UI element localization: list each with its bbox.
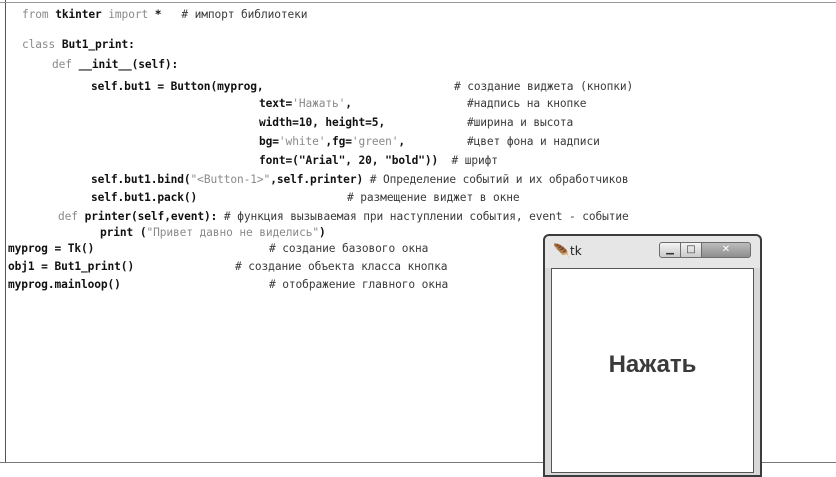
tk-feather-icon: 🪶: [553, 244, 571, 260]
maximize-button[interactable]: □: [680, 242, 702, 258]
keyword: def: [58, 210, 78, 223]
comment-line-13: # создание базового окна: [269, 242, 428, 256]
comment: # создание объекта класса кнопка: [235, 260, 448, 273]
minimize-icon: ▁: [666, 244, 674, 255]
code-line-9: self.but1.bind("<Button-1>",self.printer…: [91, 173, 629, 187]
comment-line-14: # создание объекта класса кнопка: [235, 260, 447, 274]
comment: # создание базового окна: [269, 242, 429, 255]
module-name: tkinter: [55, 8, 102, 21]
string: "<Button-1>": [190, 173, 271, 186]
code-line-6: width=10, height=5,: [259, 116, 385, 130]
code-line-8: font=("Arial", 20, "bold")) # шрифт: [259, 154, 498, 168]
code: self.but1.bind(: [91, 173, 191, 186]
comment: #цвет фона и надписи: [467, 135, 600, 148]
maximize-icon: □: [686, 244, 696, 255]
code-line-4: self.but1 = Button(myprog,: [91, 80, 264, 94]
code: ,self.printer): [270, 173, 364, 186]
code: obj1 = But1_print(): [8, 260, 135, 273]
code-line-7: bg='white',fg='green',: [259, 135, 405, 149]
close-icon: ✕: [721, 244, 731, 255]
close-button[interactable]: ✕: [701, 242, 751, 258]
code-line-2: class But1_print:: [22, 38, 135, 52]
editor-gutter: [0, 0, 6, 462]
code: ): [318, 226, 326, 239]
comment: # Определение событий и их обработчиков: [369, 173, 629, 186]
string: 'green': [351, 135, 399, 148]
comment-line-7: #цвет фона и надписи: [467, 135, 600, 149]
keyword: from: [22, 8, 49, 21]
tk-window-title: tk: [570, 244, 582, 258]
code: ,: [345, 97, 352, 110]
code-line-11: def printer(self,event): # функция вызыв…: [58, 210, 629, 224]
tk-button-widget[interactable]: Нажать: [551, 268, 754, 473]
code-line-13: myprog = Tk(): [8, 242, 94, 256]
comment: # импорт библиотеки: [181, 8, 308, 21]
comment-line-15: # отображение главного окна: [269, 278, 448, 292]
code: printer(self,event):: [84, 210, 218, 223]
code-line-5: text='Нажать',: [259, 97, 352, 111]
string: 'white': [278, 135, 326, 148]
code: print (: [100, 226, 147, 239]
top-divider: [0, 2, 836, 3]
import-star: *: [154, 8, 162, 21]
string: "Привет давно не виделись": [146, 226, 319, 239]
code: font=("Arial", 20, "bold")): [259, 154, 439, 167]
code-line-3: def __init__(self):: [52, 58, 178, 72]
code: self.but1 = Button(myprog,: [91, 80, 264, 93]
keyword: class: [22, 38, 56, 51]
code: width=10, height=5,: [259, 116, 386, 129]
comment-line-4: # создание виджета (кнопки): [454, 80, 633, 94]
comment: # шрифт: [451, 154, 498, 167]
comment: # размещение виджет в окне: [347, 191, 520, 204]
keyword: import: [108, 8, 149, 21]
code: ,fg=: [325, 135, 352, 148]
code: myprog.mainloop(): [8, 278, 121, 291]
code-line-10: self.but1.pack(): [91, 191, 197, 205]
tk-button-label: Нажать: [608, 351, 697, 378]
code: text=: [259, 97, 293, 110]
code-line-14: obj1 = But1_print(): [8, 260, 134, 274]
comment: # функция вызываемая при наступлении соб…: [223, 210, 629, 223]
comment-line-5: #надпись на кнопке: [467, 97, 587, 111]
code-line-15: myprog.mainloop(): [8, 278, 121, 292]
method-name: __init__(self):: [78, 58, 179, 71]
comment: #ширина и высота: [467, 116, 574, 129]
code-line-1: from tkinter import * # импорт библиотек…: [22, 8, 307, 22]
comment-line-10: # размещение виджет в окне: [347, 191, 520, 205]
code-line-12: print ("Привет давно не виделись"): [100, 226, 326, 240]
class-name: But1_print:: [61, 38, 135, 51]
tk-titlebar[interactable]: 🪶 tk ▁ □ ✕: [545, 236, 760, 268]
keyword: def: [52, 58, 72, 71]
comment: # отображение главного окна: [269, 278, 449, 291]
code: myprog = Tk(): [8, 242, 95, 255]
minimize-button[interactable]: ▁: [659, 242, 681, 258]
code: bg=: [259, 135, 279, 148]
comment: #надпись на кнопке: [467, 97, 587, 110]
comment: # создание виджета (кнопки): [454, 80, 634, 93]
code: ,: [398, 135, 406, 148]
tk-window[interactable]: 🪶 tk ▁ □ ✕ Нажать: [543, 234, 762, 477]
code: self.but1.pack(): [91, 191, 198, 204]
comment-line-6: #ширина и высота: [467, 116, 573, 130]
string: 'Нажать': [292, 97, 346, 110]
